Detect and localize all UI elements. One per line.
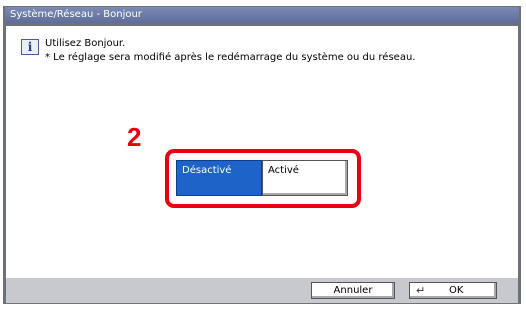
option-active-button[interactable]: Activé [262, 160, 348, 196]
enter-icon: ↵ [416, 284, 426, 297]
step-marker: 2 [127, 122, 142, 152]
message-line-1: Utilisez Bonjour. [45, 38, 126, 49]
cancel-button[interactable]: Annuler [311, 282, 395, 299]
info-icon: i [21, 39, 39, 55]
ok-label: OK [449, 285, 464, 296]
option-desactive-button[interactable]: Désactivé [176, 160, 262, 196]
message-line-2: * Le réglage sera modifié après le redém… [45, 52, 416, 63]
ok-button[interactable]: ↵ OK [409, 282, 497, 299]
window-title: Système/Réseau - Bonjour [5, 7, 519, 23]
